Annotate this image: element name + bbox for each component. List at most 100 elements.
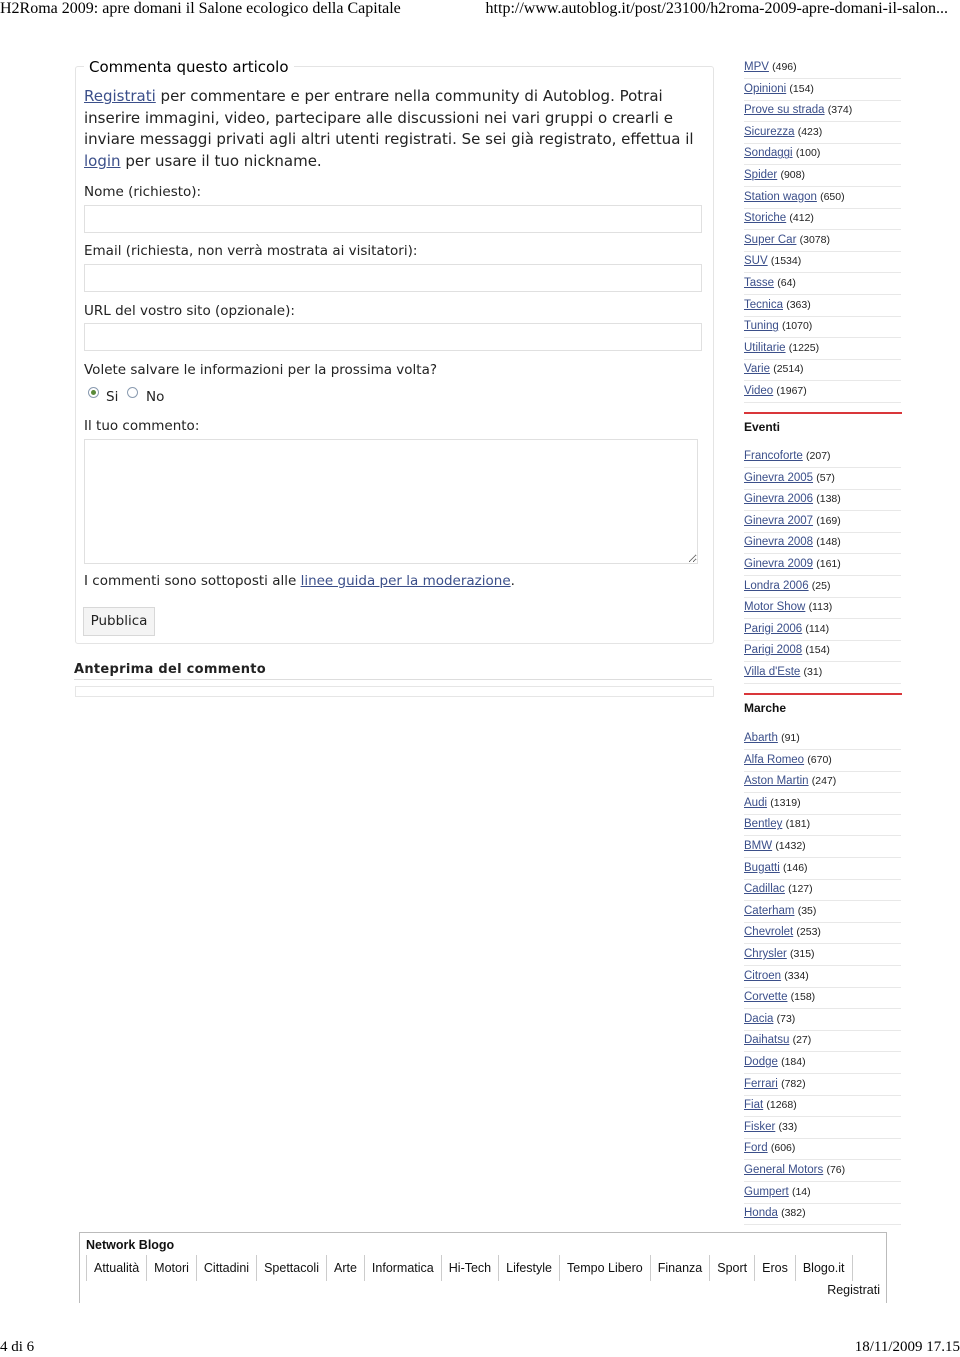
sidebar-link[interactable]: Citroen [744,970,781,982]
email-input[interactable] [84,264,702,292]
moderation-text: I commenti sono sottoposti alle linee gu… [84,573,515,589]
sidebar-link[interactable]: BMW [744,840,772,852]
network-link[interactable]: Cittadini [197,1255,258,1281]
network-link[interactable]: Spettacoli [257,1255,327,1281]
sidebar-item: Fisker (33) [744,1117,901,1139]
sidebar-count: (146) [783,861,808,874]
sidebar-link[interactable]: Prove su strada [744,104,825,116]
sidebar-link[interactable]: Chevrolet [744,926,793,938]
sidebar-link[interactable]: Gumpert [744,1186,789,1198]
sidebar-link[interactable]: Chrysler [744,948,787,960]
name-input[interactable] [84,205,702,233]
sidebar-count: (363) [786,298,811,311]
network-register-link[interactable]: Registrati [827,1283,880,1297]
sidebar-link[interactable]: Tecnica [744,299,783,311]
sidebar-link[interactable]: Spider [744,169,777,181]
sidebar-link[interactable]: Ford [744,1142,768,1154]
sidebar-count: (113) [808,601,833,614]
sidebar-item: General Motors (76) [744,1160,901,1182]
sidebar-link[interactable]: Audi [744,797,767,809]
sidebar-link[interactable]: SUV [744,255,768,267]
sidebar-item: Station wagon (650) [744,187,901,209]
sidebar-item: Video (1967) [744,381,901,403]
sidebar-link[interactable]: Opinioni [744,83,786,95]
sidebar-link[interactable]: Parigi 2006 [744,623,802,635]
sidebar-link[interactable]: Bentley [744,818,782,830]
network-link[interactable]: Tempo Libero [560,1255,651,1281]
sidebar-link[interactable]: Ginevra 2008 [744,536,813,548]
network-link[interactable]: Lifestyle [499,1255,560,1281]
sidebar-link[interactable]: Tasse [744,277,774,289]
sidebar-link[interactable]: Alfa Romeo [744,754,804,766]
sidebar-link[interactable]: Caterham [744,905,795,917]
network-link[interactable]: Blogo.it [796,1255,853,1281]
sidebar-link[interactable]: Utilitarie [744,342,786,354]
radio-yes[interactable] [88,387,99,398]
sidebar-link[interactable]: Ginevra 2006 [744,493,813,505]
sidebar-link[interactable]: Fisker [744,1121,775,1133]
sidebar-link[interactable]: Corvette [744,991,787,1003]
sidebar-link[interactable]: Dacia [744,1013,773,1025]
network-link[interactable]: Eros [755,1255,796,1281]
sidebar-count: (35) [797,904,817,917]
sidebar-link[interactable]: Ginevra 2007 [744,515,813,527]
sidebar-link[interactable]: Daihatsu [744,1034,789,1046]
sidebar-count: (908) [780,169,805,181]
comment-textarea[interactable] [84,439,698,564]
network-link[interactable]: Motori [147,1255,197,1281]
login-link[interactable]: login [84,152,121,170]
sidebar-link[interactable]: Sicurezza [744,126,795,138]
sidebar-link[interactable]: Abarth [744,732,778,744]
sidebar-link[interactable]: Parigi 2008 [744,644,802,656]
sidebar-link[interactable]: Storiche [744,212,786,224]
sidebar-item: MPV (496) [744,57,901,79]
network-link[interactable]: Hi-Tech [442,1255,500,1281]
sidebar-link[interactable]: Aston Martin [744,775,809,787]
radio-no[interactable] [127,387,138,398]
sidebar-item: Tecnica (363) [744,295,901,317]
sidebar-link[interactable]: Dodge [744,1056,778,1068]
sidebar-item: Chrysler (315) [744,944,901,966]
comment-preview [75,686,714,697]
sidebar-link[interactable]: Super Car [744,234,796,246]
sidebar-link[interactable]: Bugatti [744,862,780,874]
sidebar-link[interactable]: General Motors [744,1164,823,1176]
sidebar-link[interactable]: Londra 2006 [744,580,809,592]
register-link[interactable]: Registrati [84,87,156,105]
network-link[interactable]: Attualità [86,1255,148,1281]
section-divider [744,693,902,695]
sidebar-item: Utilitarie (1225) [744,338,901,360]
sidebar-link[interactable]: Villa d'Este [744,666,800,678]
sidebar-link[interactable]: Sondaggi [744,147,793,159]
sidebar-link[interactable]: Fiat [744,1099,763,1111]
network-link[interactable]: Informatica [365,1255,442,1281]
sidebar-link[interactable]: Francoforte [744,450,803,462]
sidebar-link[interactable]: Motor Show [744,601,805,613]
sidebar-link[interactable]: Station wagon [744,191,817,203]
sidebar-link[interactable]: Video [744,385,773,397]
section-title: Eventi [744,420,781,434]
sidebar-link[interactable]: Tuning [744,320,779,332]
moderation-link[interactable]: linee guida per la moderazione [301,573,511,589]
sidebar-item: Bentley (181) [744,814,901,837]
sidebar-link[interactable]: Honda [744,1207,778,1219]
sidebar-link[interactable]: Ginevra 2005 [744,472,813,484]
sidebar-link[interactable]: Varie [744,363,770,375]
page-title: H2Roma 2009: apre domani il Salone ecolo… [0,0,401,17]
url-input[interactable] [84,323,702,351]
sidebar-item: Sicurezza (423) [744,122,901,144]
sidebar-link[interactable]: Ginevra 2009 [744,558,813,570]
sidebar-count: (158) [790,991,816,1004]
network-link[interactable]: Sport [710,1255,756,1281]
sidebar-link[interactable]: Ferrari [744,1078,778,1090]
sidebar-link[interactable]: Cadillac [744,883,785,895]
sidebar-item: Ferrari (782) [744,1074,901,1096]
sidebar-item: Storiche (412) [744,208,901,231]
network-link[interactable]: Arte [327,1255,365,1281]
email-label: Email (richiesta, non verrà mostrata ai … [84,243,418,259]
publish-button[interactable]: Pubblica [83,607,155,636]
sidebar-link[interactable]: MPV [744,61,769,73]
network-link[interactable]: Finanza [651,1255,711,1281]
sidebar-count: (154) [805,644,830,657]
sidebar-item: Ford (606) [744,1138,901,1161]
